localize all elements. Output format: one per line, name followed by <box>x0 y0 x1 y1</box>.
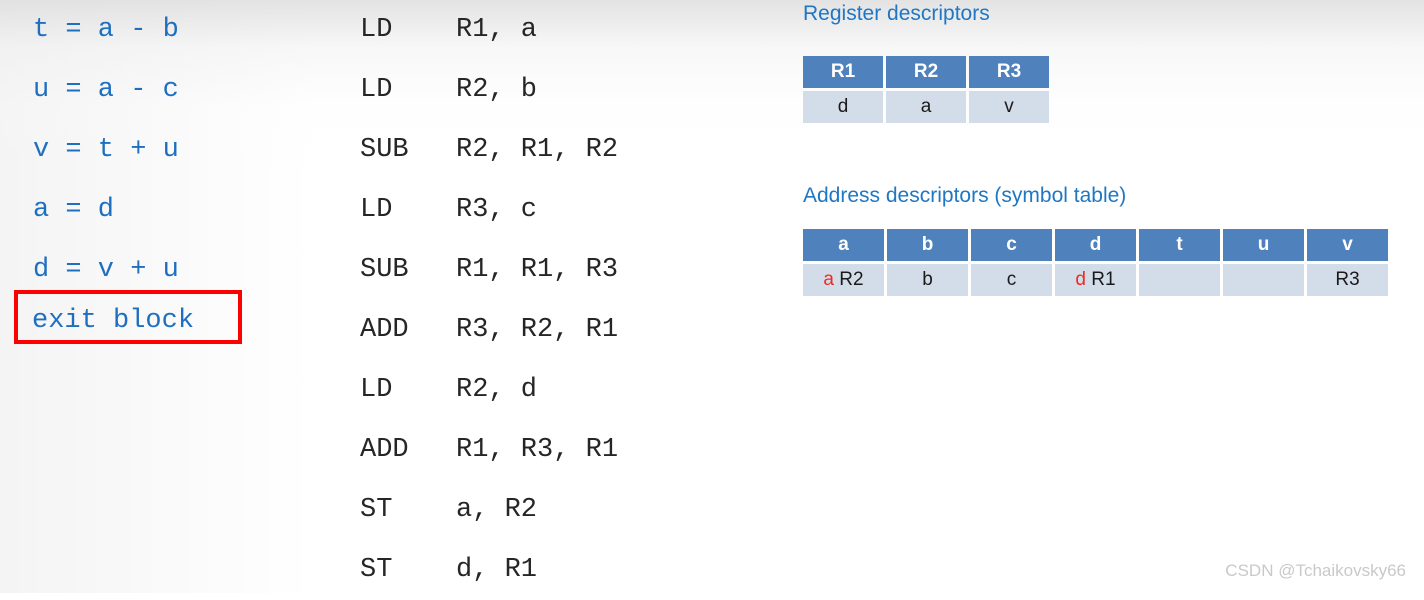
register-header-cell: R2 <box>886 56 966 88</box>
table-header-row: a b c d t u v <box>803 229 1388 261</box>
address-value-cell: a R2 <box>803 264 884 296</box>
address-variable-marker: a <box>823 269 834 290</box>
address-descriptors-heading: Address descriptors (symbol table) <box>803 184 1127 207</box>
address-value-cell: c <box>971 264 1052 296</box>
assembly-mnemonic: LD <box>360 15 393 45</box>
assembly-operands: a, R2 <box>456 495 538 525</box>
table-header-row: R1 R2 R3 <box>803 56 1049 88</box>
assembly-operands: R2, R1, R2 <box>456 135 619 165</box>
source-code-block: t = a - b u = a - c v = t + u a = d d = … <box>14 0 333 344</box>
address-location: b <box>922 269 933 290</box>
register-descriptors-table: R1 R2 R3 d a v <box>800 53 1052 126</box>
assembly-operands: R1, R1, R3 <box>456 255 619 285</box>
assembly-mnemonic: ST <box>360 555 393 585</box>
address-header-cell: a <box>803 229 884 261</box>
address-header-cell: v <box>1307 229 1388 261</box>
assembly-operands: R3, c <box>456 195 538 225</box>
address-location: R2 <box>834 269 864 290</box>
assembly-mnemonic: SUB <box>360 135 409 165</box>
target-code-block: LD R1, a LD R2, b SUB R2, R1, R2 LD R3, … <box>360 0 760 600</box>
address-value-cell <box>1139 264 1220 296</box>
address-header-cell: u <box>1223 229 1304 261</box>
register-value-cell: d <box>803 91 883 123</box>
assembly-operands: R2, b <box>456 75 538 105</box>
assembly-line: LD R1, a <box>360 0 760 60</box>
assembly-mnemonic: SUB <box>360 255 409 285</box>
address-value-cell: b <box>887 264 968 296</box>
register-header-cell: R1 <box>803 56 883 88</box>
assembly-line: ST d, R1 <box>360 540 760 600</box>
assembly-line: ADD R1, R3, R1 <box>360 420 760 480</box>
assembly-operands: R1, R3, R1 <box>456 435 619 465</box>
assembly-mnemonic: ADD <box>360 435 409 465</box>
assembly-line: SUB R1, R1, R3 <box>360 240 760 300</box>
assembly-mnemonic: LD <box>360 75 393 105</box>
source-code-line: u = a - c <box>33 75 179 105</box>
address-header-cell: t <box>1139 229 1220 261</box>
assembly-mnemonic: LD <box>360 195 393 225</box>
assembly-line: ST a, R2 <box>360 480 760 540</box>
assembly-mnemonic: ST <box>360 495 393 525</box>
source-code-line: v = t + u <box>33 135 179 165</box>
assembly-line: SUB R2, R1, R2 <box>360 120 760 180</box>
assembly-line: LD R2, d <box>360 360 760 420</box>
assembly-line: LD R2, b <box>360 60 760 120</box>
assembly-operands: R3, R2, R1 <box>456 315 619 345</box>
table-row: a R2 b c d R1 R3 <box>803 264 1388 296</box>
address-variable-marker: d <box>1075 269 1086 290</box>
assembly-mnemonic: LD <box>360 375 393 405</box>
watermark-text: CSDN @Tchaikovsky66 <box>1225 561 1406 580</box>
address-value-cell: d R1 <box>1055 264 1136 296</box>
assembly-operands: d, R1 <box>456 555 538 585</box>
address-value-cell <box>1223 264 1304 296</box>
register-value-cell: a <box>886 91 966 123</box>
address-value-cell: R3 <box>1307 264 1388 296</box>
address-location: c <box>1006 269 1017 290</box>
source-code-line: a = d <box>33 195 115 225</box>
assembly-mnemonic: ADD <box>360 315 409 345</box>
address-header-cell: d <box>1055 229 1136 261</box>
register-value-cell: v <box>969 91 1049 123</box>
exit-block-highlight: exit block <box>14 290 242 344</box>
assembly-operands: R1, a <box>456 15 538 45</box>
address-location: R3 <box>1335 269 1360 290</box>
table-row: d a v <box>803 91 1049 123</box>
source-code-line: t = a - b <box>33 15 179 45</box>
address-location: R1 <box>1086 269 1116 290</box>
address-header-cell: b <box>887 229 968 261</box>
register-header-cell: R3 <box>969 56 1049 88</box>
assembly-operands: R2, d <box>456 375 538 405</box>
address-descriptors-table: a b c d t u v a R2 b c d R1 R3 <box>800 226 1391 299</box>
address-header-cell: c <box>971 229 1052 261</box>
register-descriptors-heading: Register descriptors <box>803 2 990 25</box>
assembly-line: LD R3, c <box>360 180 760 240</box>
assembly-line: ADD R3, R2, R1 <box>360 300 760 360</box>
